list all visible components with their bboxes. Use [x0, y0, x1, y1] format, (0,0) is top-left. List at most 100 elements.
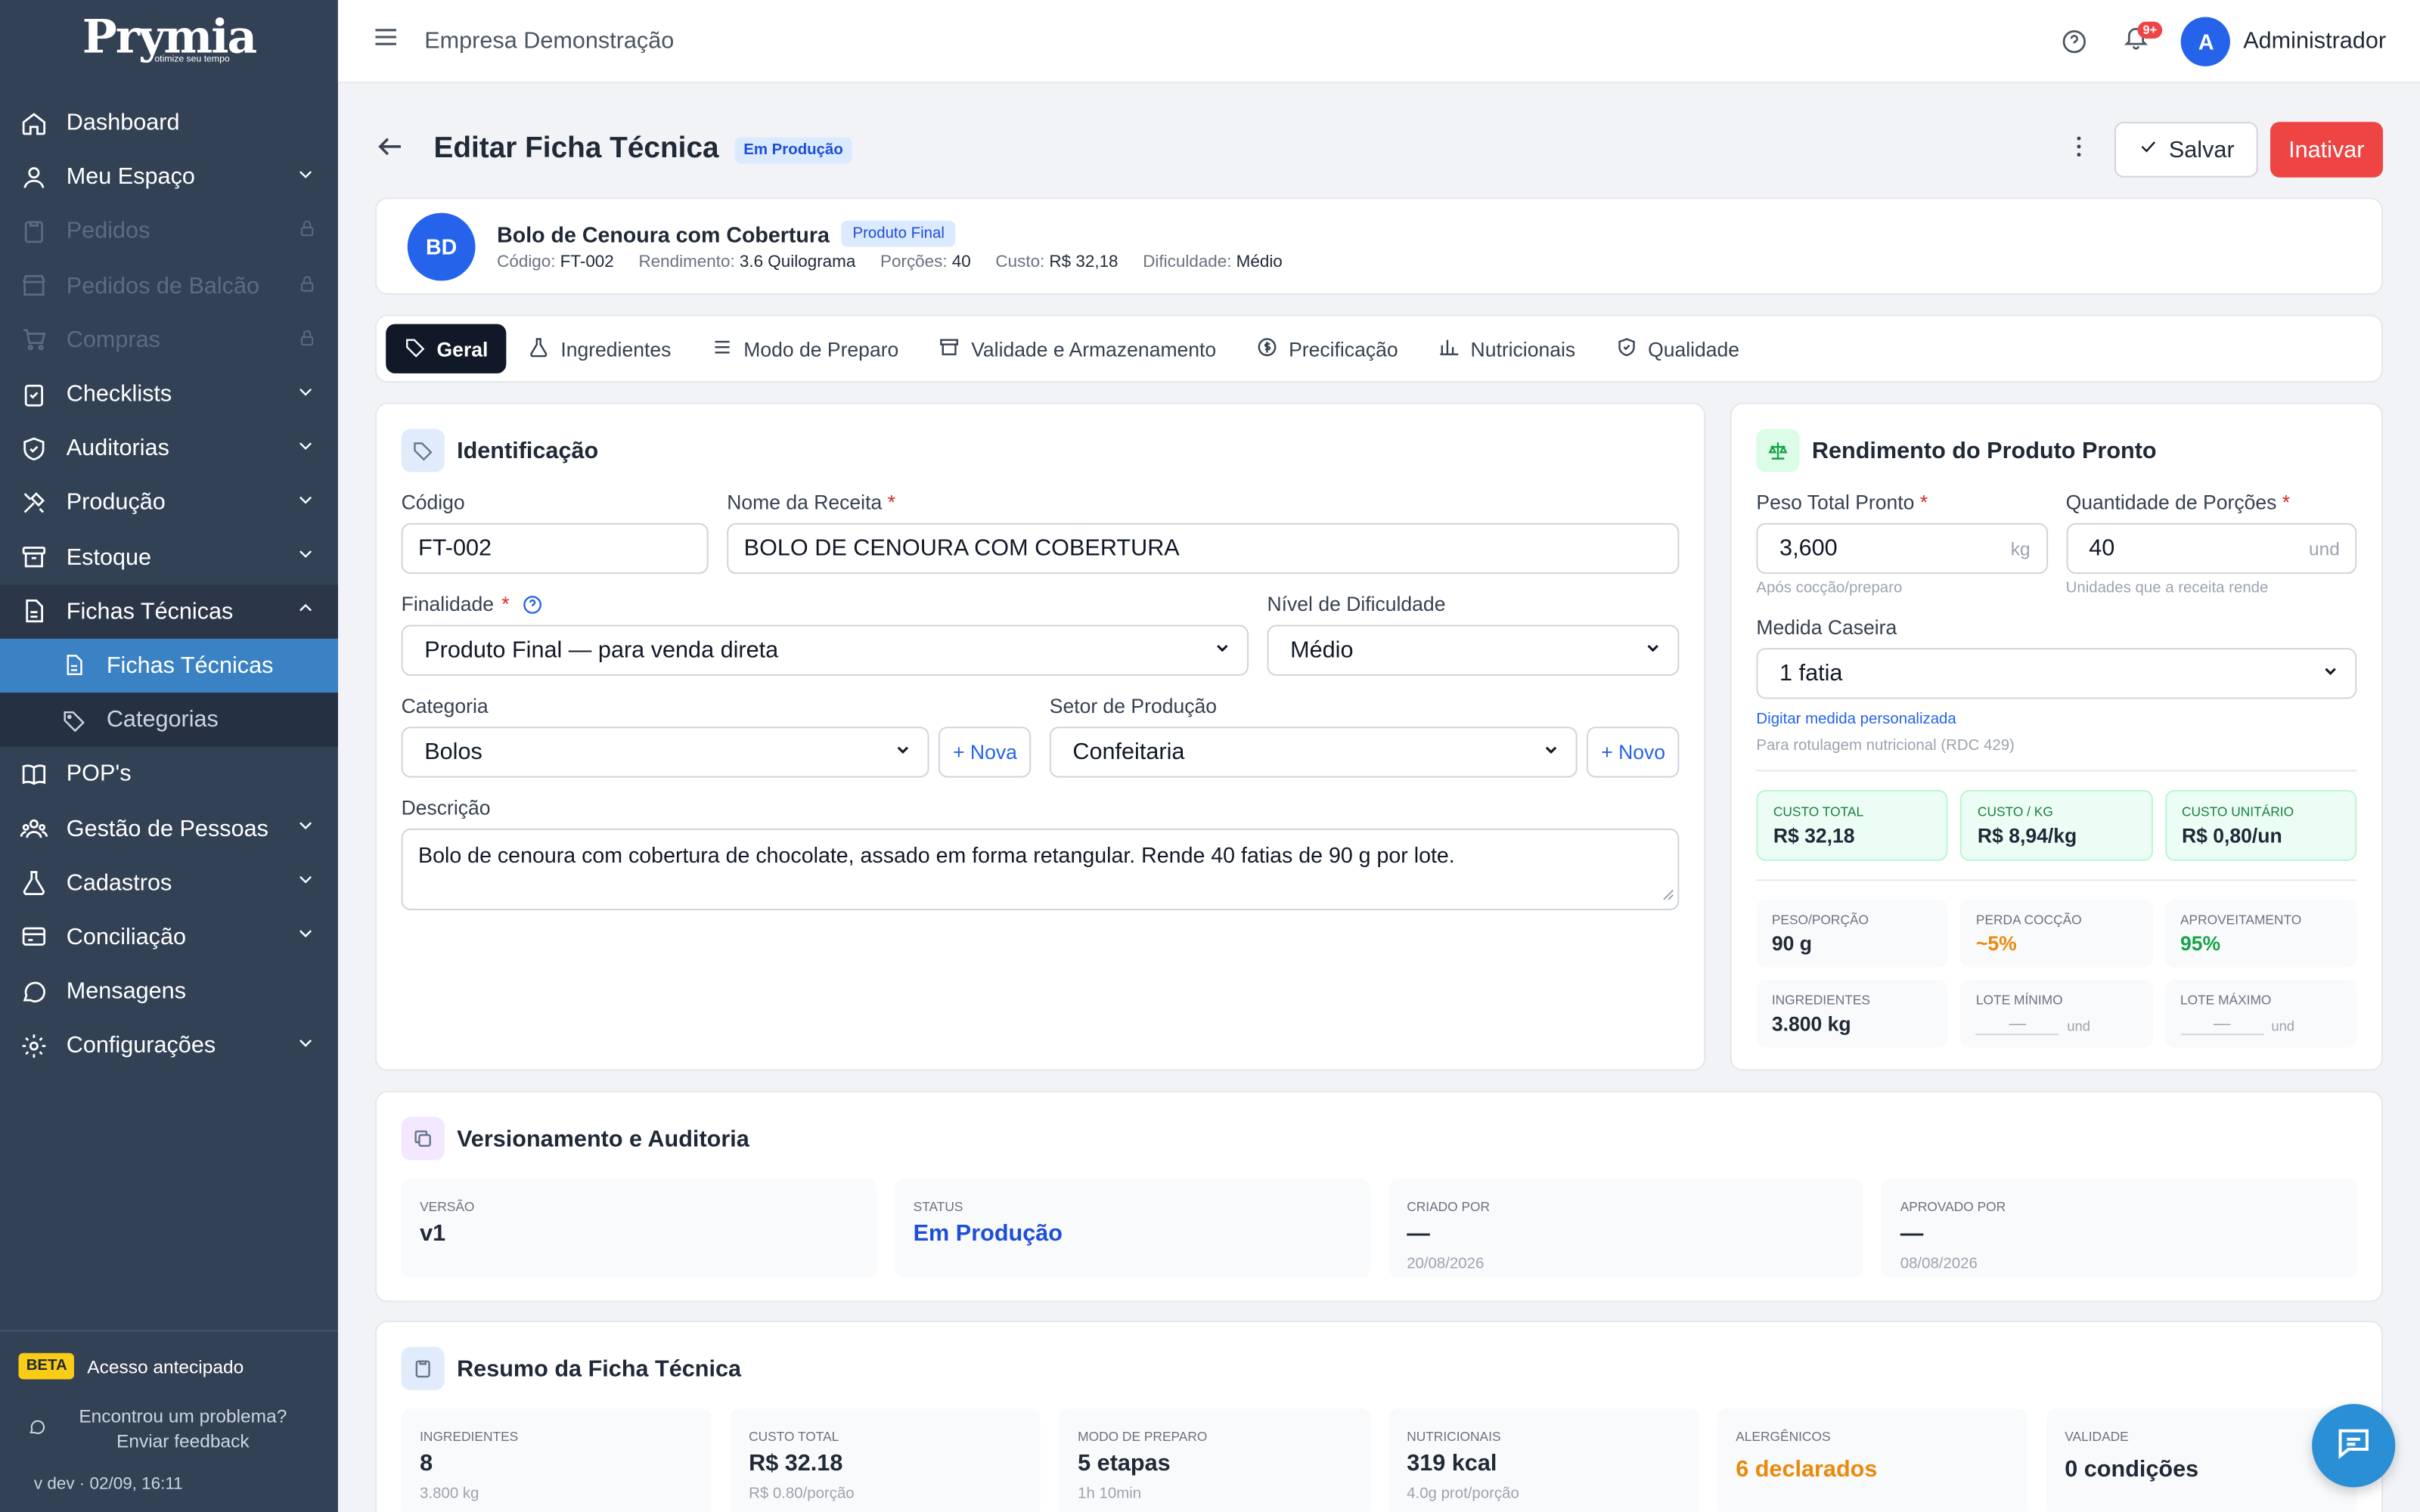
stat-label: Validade: [2065, 1428, 2129, 1445]
meta-label: Código:: [497, 253, 556, 272]
page-title: Editar Ficha Técnica: [433, 132, 719, 166]
help-icon[interactable]: [522, 593, 544, 615]
sidebar-item-label: Pedidos: [66, 218, 150, 245]
rdc-hint: Para rotulagem nutricional (RDC 429): [1756, 737, 2015, 754]
sidebar-item-checklists[interactable]: Checklists: [0, 367, 338, 422]
custom-measure-link[interactable]: Digitar medida personalizada: [1756, 711, 2356, 728]
meta-label: Custo:: [995, 253, 1045, 272]
stat-label: Lote Máximo: [2180, 992, 2272, 1008]
new-category-button[interactable]: + Nova: [939, 727, 1032, 778]
sidebar-item-cadastros[interactable]: Cadastros: [0, 856, 338, 910]
chevron-down-icon: [895, 739, 913, 766]
feedback-link[interactable]: Encontrou um problema? Enviar feedback: [0, 1379, 338, 1453]
stat-label: Custo Unitário: [2181, 804, 2294, 820]
codigo-input[interactable]: FT-002: [401, 522, 709, 575]
identification-card: Identificação Código FT-002 Nome da Recei…: [374, 402, 1706, 1071]
sidebar-item-label: Fichas Técnicas: [66, 598, 234, 625]
sidebar-item-fichas-tecnicas[interactable]: Fichas Técnicas: [0, 584, 338, 639]
tab-ingredientes[interactable]: Ingredientes: [510, 324, 690, 373]
stat-date: 08/08/2026: [1900, 1256, 1978, 1273]
ingredientes-stat: Ingredientes 3.800 kg: [1756, 979, 1949, 1048]
back-arrow-icon[interactable]: [375, 130, 406, 169]
notification-badge: 9+: [2138, 20, 2162, 38]
sidebar-item-producao[interactable]: Produção: [0, 476, 338, 530]
chevron-down-icon: [295, 869, 317, 897]
sidebar-item-gestao-pessoas[interactable]: Gestão de Pessoas: [0, 801, 338, 856]
product-name: Bolo de Cenoura com Cobertura: [497, 221, 830, 246]
sidebar-item-label: Fichas Técnicas: [106, 652, 274, 679]
tab-modo-preparo[interactable]: Modo de Preparo: [693, 324, 917, 373]
stat-sub: 1h 10min: [1078, 1486, 1142, 1503]
lock-icon: [298, 327, 316, 353]
inactivate-button[interactable]: Inativar: [2270, 122, 2383, 178]
beta-text: Acesso antecipado: [87, 1355, 244, 1377]
save-button[interactable]: Salvar: [2114, 122, 2258, 178]
lote-minimo-input[interactable]: —: [1975, 1015, 2060, 1036]
description-textarea[interactable]: Bolo de cenoura com cobertura de chocola…: [401, 828, 1680, 911]
tab-validade[interactable]: Validade e Armazenamento: [920, 324, 1235, 373]
sidebar-item-mensagens[interactable]: Mensagens: [0, 965, 338, 1019]
sidebar-subitem-fichas-tecnicas[interactable]: Fichas Técnicas: [0, 638, 338, 693]
summary-nutricionais: Nutricionais 319 kcal 4.0g prot/porção: [1388, 1408, 1699, 1512]
tab-precificacao[interactable]: Precificação: [1238, 324, 1416, 373]
sidebar-item-meu-espaco[interactable]: Meu Espaço: [0, 150, 338, 204]
sidebar-item-pops[interactable]: POP's: [0, 747, 338, 801]
sidebar-item-label: Produção: [66, 489, 166, 516]
stat-label: Nutricionais: [1407, 1428, 1501, 1445]
check-icon: [2138, 136, 2160, 164]
stat-label: Lote Mínimo: [1975, 992, 2063, 1008]
resize-handle-icon[interactable]: [1662, 881, 1674, 906]
qtd-porcoes-input[interactable]: 40 und: [2065, 522, 2357, 575]
home-icon: [18, 107, 49, 138]
sidebar-item-conciliacao[interactable]: Conciliação: [0, 910, 338, 965]
tab-label: Geral: [436, 336, 489, 361]
stat-value: R$ 0,80/un: [2181, 823, 2282, 847]
new-sector-button[interactable]: + Novo: [1587, 727, 1680, 778]
setor-select[interactable]: Confeitaria: [1049, 727, 1578, 778]
versioning-card: Versionamento e Auditoria Versão v1 Statu…: [374, 1090, 2383, 1303]
brand-logo[interactable]: Prymia otimize seu tempo: [0, 0, 338, 83]
more-options-icon[interactable]: [2065, 132, 2093, 167]
lote-maximo-input[interactable]: —: [2180, 1015, 2264, 1036]
shield-icon: [18, 433, 49, 464]
peso-total-input[interactable]: 3,600 kg: [1756, 522, 2048, 575]
chat-support-button[interactable]: [2312, 1404, 2396, 1488]
sidebar-item-compras: Compras: [0, 313, 338, 367]
chevron-down-icon: [295, 815, 317, 843]
categoria-select[interactable]: Bolos: [401, 727, 930, 778]
product-meta: Código: FT-002 Rendimento: 3.6 Quilograma …: [497, 253, 1283, 271]
company-name[interactable]: Empresa Demonstração: [424, 28, 2049, 54]
medida-select[interactable]: 1 fatia: [1756, 648, 2357, 699]
cost-grid: Custo Total R$ 32,18 Custo / kg R$ 8,94/kg…: [1756, 770, 2357, 861]
unit-suffix: kg: [2010, 538, 2031, 559]
nivel-select[interactable]: Médio: [1267, 624, 1680, 676]
recipe-name-input[interactable]: BOLO DE CENOURA COM COBERTURA: [727, 522, 1680, 575]
sidebar-item-label: Estoque: [66, 544, 152, 571]
tab-nutricionais[interactable]: Nutricionais: [1419, 324, 1593, 373]
tab-qualidade[interactable]: Qualidade: [1597, 324, 1758, 373]
stat-value: v1: [420, 1220, 446, 1247]
help-icon[interactable]: [2049, 14, 2101, 67]
tools-icon: [18, 488, 49, 519]
stat-label: Custo / kg: [1977, 804, 2053, 820]
notification-button[interactable]: 9+: [2111, 14, 2163, 67]
user-name[interactable]: Administrador: [2243, 28, 2386, 54]
sidebar-subitem-categorias[interactable]: Categorias: [0, 692, 338, 748]
cart-icon: [18, 324, 49, 355]
sidebar: Prymia otimize seu tempo Dashboard Meu E…: [0, 0, 338, 1512]
stat-label: Aprovado por: [1900, 1198, 2006, 1215]
tab-geral[interactable]: Geral: [386, 324, 507, 373]
menu-icon[interactable]: [372, 23, 400, 59]
sidebar-item-estoque[interactable]: Estoque: [0, 530, 338, 584]
approved-by-stat: Aprovado por — 08/08/2026: [1882, 1179, 2357, 1278]
sidebar-item-label: Auditorias: [66, 435, 169, 462]
sidebar-item-configuracoes[interactable]: Configurações: [0, 1018, 338, 1073]
sidebar-item-dashboard[interactable]: Dashboard: [0, 96, 338, 150]
sidebar-item-auditorias[interactable]: Auditorias: [0, 421, 338, 476]
chat-icon: [28, 1417, 46, 1440]
beta-notice: BETA Acesso antecipado: [0, 1331, 338, 1380]
finalidade-select[interactable]: Produto Final — para venda direta: [401, 624, 1249, 676]
avatar[interactable]: A: [2181, 16, 2231, 66]
box-icon: [18, 542, 49, 573]
input-value: 40: [2089, 535, 2115, 562]
